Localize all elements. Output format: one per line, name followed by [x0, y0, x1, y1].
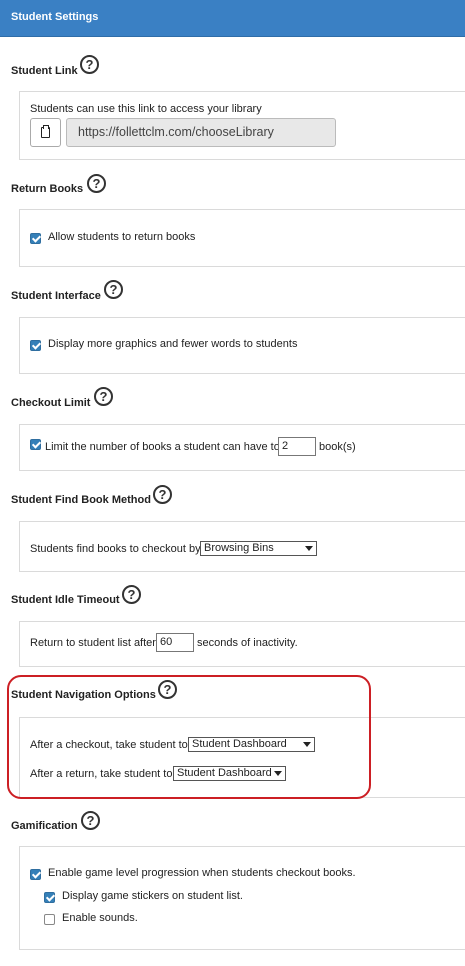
after-checkout-select[interactable]: Student Dashboard — [188, 737, 315, 752]
game-levels-label: Enable game level progression when stude… — [48, 867, 356, 879]
chevron-down-icon — [305, 546, 313, 551]
student-link-description: Students can use this link to access you… — [30, 103, 262, 115]
book-limit-unit: book(s) — [319, 441, 356, 453]
idle-timeout-unit: seconds of inactivity. — [197, 637, 298, 649]
clipboard-icon — [41, 125, 50, 138]
chevron-down-icon — [303, 742, 311, 747]
help-icon[interactable]: ? — [153, 485, 172, 504]
limit-books-checkbox[interactable] — [30, 439, 41, 450]
checkout-limit-title: Checkout Limit — [11, 397, 91, 409]
after-return-label: After a return, take student to — [30, 768, 173, 780]
sounds-checkbox[interactable] — [44, 914, 55, 925]
help-icon[interactable]: ? — [81, 811, 100, 830]
return-books-title: Return Books — [11, 183, 84, 195]
find-book-method-title: Student Find Book Method — [11, 494, 151, 506]
gamification-title: Gamification — [11, 820, 78, 832]
navigation-options-panel — [19, 717, 465, 798]
idle-timeout-title: Student Idle Timeout — [11, 594, 120, 606]
find-book-method-label: Students find books to checkout by — [30, 543, 201, 555]
settings-header: Student Settings — [0, 0, 465, 37]
student-link-field[interactable]: https://follettclm.com/chooseLibrary — [66, 118, 336, 147]
game-stickers-label: Display game stickers on student list. — [62, 890, 243, 902]
sounds-label: Enable sounds. — [62, 912, 138, 924]
navigation-options-title: Student Navigation Options — [11, 689, 156, 701]
after-checkout-label: After a checkout, take student to — [30, 739, 188, 751]
help-icon[interactable]: ? — [158, 680, 177, 699]
help-icon[interactable]: ? — [104, 280, 123, 299]
graphics-label: Display more graphics and fewer words to… — [48, 338, 298, 350]
after-checkout-value: Student Dashboard — [192, 738, 287, 750]
find-book-method-select[interactable]: Browsing Bins — [200, 541, 317, 556]
help-icon[interactable]: ? — [94, 387, 113, 406]
chevron-down-icon — [274, 771, 282, 776]
help-icon[interactable]: ? — [80, 55, 99, 74]
book-limit-input[interactable]: 2 — [278, 437, 316, 456]
limit-books-label: Limit the number of books a student can … — [45, 441, 280, 453]
game-stickers-checkbox[interactable] — [44, 892, 55, 903]
page-title: Student Settings — [11, 11, 99, 23]
idle-timeout-label: Return to student list after — [30, 637, 156, 649]
copy-link-button[interactable] — [30, 118, 61, 147]
allow-return-checkbox[interactable] — [30, 233, 41, 244]
help-icon[interactable]: ? — [87, 174, 106, 193]
help-icon[interactable]: ? — [122, 585, 141, 604]
allow-return-label: Allow students to return books — [48, 231, 196, 243]
student-link-title: Student Link — [11, 65, 78, 77]
student-interface-title: Student Interface — [11, 290, 101, 302]
after-return-select[interactable]: Student Dashboard — [173, 766, 286, 781]
idle-timeout-input[interactable]: 60 — [156, 633, 194, 652]
after-return-value: Student Dashboard — [177, 767, 272, 779]
graphics-checkbox[interactable] — [30, 340, 41, 351]
find-book-method-value: Browsing Bins — [204, 542, 274, 554]
game-levels-checkbox[interactable] — [30, 869, 41, 880]
